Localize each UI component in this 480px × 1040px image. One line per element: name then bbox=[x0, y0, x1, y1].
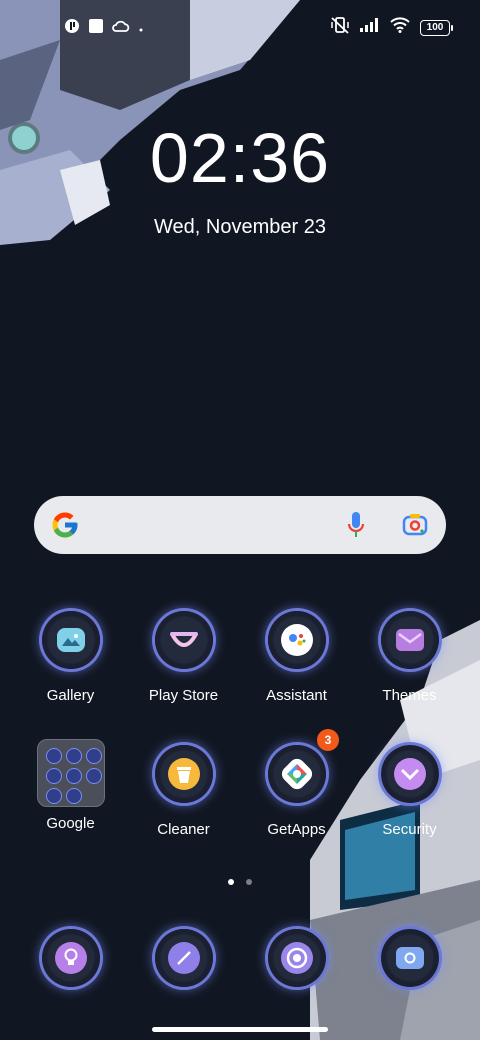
page-dot-active[interactable] bbox=[227, 879, 234, 885]
themes-icon bbox=[380, 611, 439, 669]
notification-badge: 3 bbox=[317, 729, 339, 751]
dock-app-4[interactable] bbox=[353, 929, 466, 987]
app-label: Security bbox=[382, 821, 437, 838]
compass-icon bbox=[154, 929, 213, 987]
app-cleaner[interactable]: Cleaner bbox=[127, 745, 240, 838]
app-themes[interactable]: Themes bbox=[353, 611, 466, 704]
app-label: Assistant bbox=[266, 687, 327, 704]
page-indicator[interactable] bbox=[0, 872, 480, 890]
gallery-icon bbox=[41, 611, 100, 669]
folder-icon bbox=[36, 739, 105, 807]
square-app-icon bbox=[88, 18, 104, 39]
app-gallery[interactable]: Gallery bbox=[14, 611, 127, 704]
lens-icon[interactable] bbox=[402, 512, 428, 543]
lock-clock[interactable]: 02:36 bbox=[0, 118, 480, 198]
google-search-bar[interactable] bbox=[34, 496, 446, 554]
status-left bbox=[64, 18, 144, 39]
camera-icon bbox=[380, 929, 439, 987]
wifi-icon bbox=[390, 17, 410, 38]
status-right: 100 bbox=[330, 16, 453, 39]
getapps-icon bbox=[267, 745, 326, 803]
lock-date[interactable]: Wed, November 23 bbox=[0, 216, 480, 239]
google-icon bbox=[50, 510, 80, 545]
dock-app-1[interactable] bbox=[14, 929, 127, 987]
notification-icon bbox=[64, 18, 80, 39]
app-label: Gallery bbox=[46, 687, 95, 704]
chrome-icon bbox=[267, 929, 326, 987]
status-bar: 100 bbox=[0, 0, 480, 56]
dock-app-2[interactable] bbox=[127, 929, 240, 987]
app-getapps[interactable]: 3 GetApps bbox=[240, 729, 353, 838]
dock-app-3[interactable] bbox=[240, 929, 353, 987]
vibrate-off-icon bbox=[330, 16, 350, 39]
assistant-icon bbox=[267, 611, 326, 669]
app-label: GetApps bbox=[267, 821, 326, 838]
mic-icon[interactable] bbox=[346, 511, 366, 544]
app-label: Google bbox=[46, 815, 95, 832]
app-label: Cleaner bbox=[157, 821, 210, 838]
folder-google[interactable]: Google bbox=[14, 739, 127, 832]
battery-indicator: 100 bbox=[420, 19, 453, 36]
more-dot-icon bbox=[138, 20, 144, 38]
page-dot[interactable] bbox=[246, 879, 253, 885]
signal-icon bbox=[360, 18, 380, 37]
bulb-icon bbox=[41, 929, 100, 987]
app-assistant[interactable]: Assistant bbox=[240, 611, 353, 704]
app-security[interactable]: Security bbox=[353, 745, 466, 838]
app-label: Play Store bbox=[148, 687, 219, 704]
gesture-home-bar[interactable] bbox=[152, 1027, 328, 1032]
cleaner-icon bbox=[154, 745, 213, 803]
play-store-icon bbox=[154, 611, 213, 669]
cloud-icon bbox=[112, 19, 130, 38]
security-icon bbox=[380, 745, 439, 803]
app-label: Themes bbox=[382, 687, 437, 704]
app-play-store[interactable]: Play Store bbox=[127, 611, 240, 704]
